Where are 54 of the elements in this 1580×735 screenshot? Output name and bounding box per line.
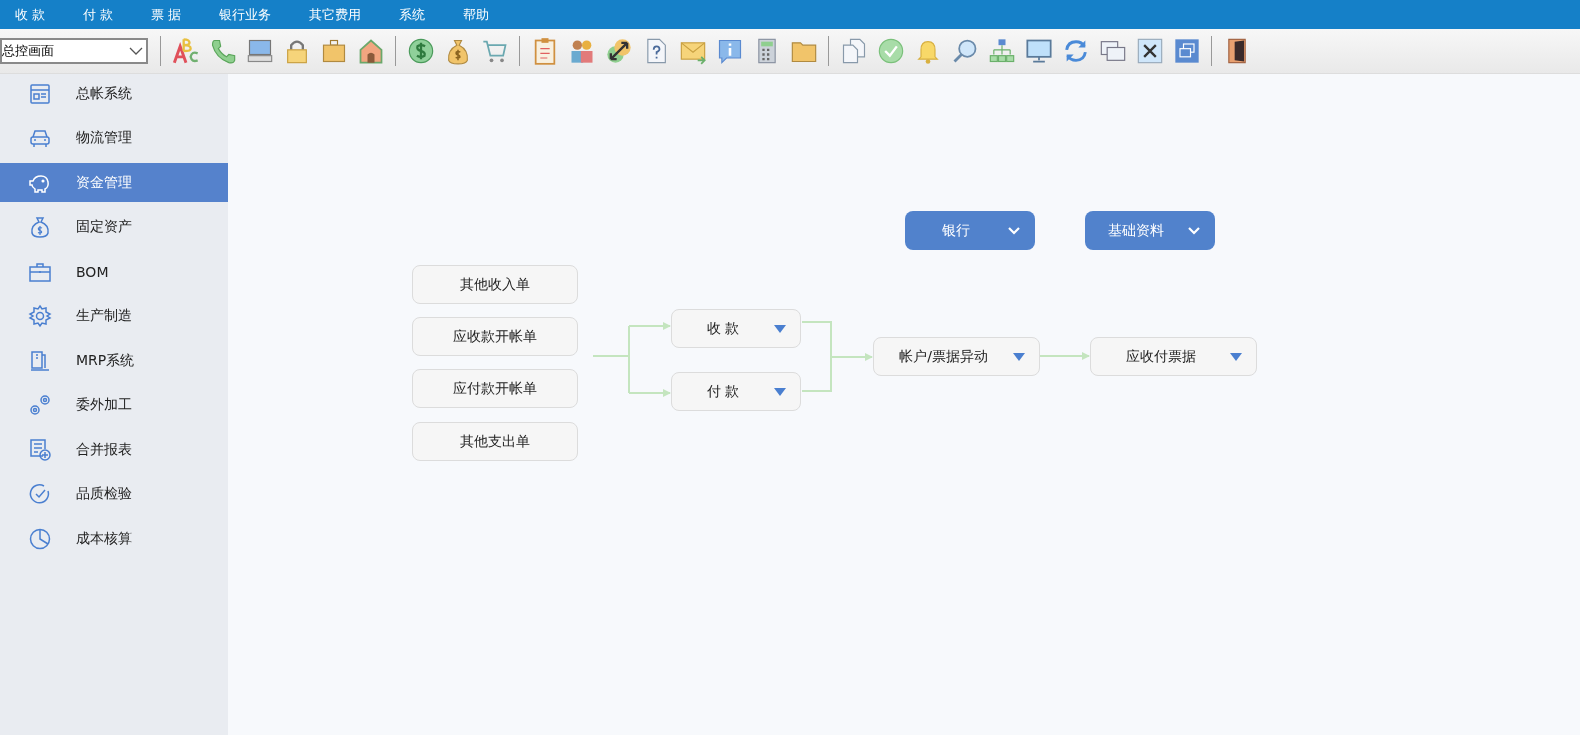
org-chart-icon [987, 37, 1016, 65]
caret-icon [774, 323, 786, 334]
menu-item[interactable]: 票 据 [142, 1, 191, 28]
sidebar-item[interactable]: 物流管理 [0, 118, 228, 158]
monitor-icon [1024, 37, 1053, 65]
flow-dropdown[interactable]: 应收付票据 [1090, 337, 1257, 376]
flow-node[interactable]: 其他收入单 [412, 265, 578, 304]
sidebar-item[interactable]: 委外加工 [0, 385, 228, 425]
menu-item[interactable]: 付 款 [74, 1, 123, 28]
restore-window-icon [1172, 37, 1201, 65]
check-circle-icon [876, 37, 905, 65]
check-circle-icon [28, 482, 52, 506]
menu-item[interactable]: 收 款 [6, 1, 55, 28]
menu-item[interactable]: 其它费用 [300, 1, 371, 28]
laptop-icon [245, 37, 274, 65]
chevron-down-icon [1187, 225, 1201, 236]
flow-node[interactable]: 其他支出单 [412, 422, 578, 461]
menu-item[interactable]: 银行业务 [210, 1, 281, 28]
sidebar-item[interactable]: 合并报表 [0, 430, 228, 469]
flow-dropdown[interactable]: 收 款 [671, 309, 801, 348]
double-arrow-icon [604, 37, 633, 65]
chevron-down-icon [1007, 225, 1021, 236]
sidebar-item[interactable]: 生产制造 [0, 296, 228, 336]
gears-icon [28, 393, 52, 417]
sidebar-item[interactable]: 成本核算 [0, 519, 228, 558]
flow-dropdown[interactable]: 付 款 [671, 372, 801, 411]
sidebar-item[interactable]: 品质检验 [0, 474, 228, 514]
caret-icon [1013, 351, 1025, 362]
money-bag-icon [28, 215, 52, 239]
sidebar-item[interactable]: MRP系统 [0, 341, 228, 380]
dropdown-button[interactable]: 银行 [905, 211, 1035, 250]
flow-node[interactable]: 应付款开帐单 [412, 369, 578, 408]
sidebar-item[interactable]: 资金管理 [0, 163, 228, 202]
caret-icon [774, 386, 786, 397]
book-icon [28, 348, 52, 373]
report-add-icon [28, 437, 52, 462]
flow-dropdown[interactable]: 帐户/票据异动 [873, 337, 1040, 376]
dropdown-button[interactable]: 基础资料 [1085, 211, 1215, 250]
gear-icon [28, 304, 52, 328]
close-icon [1135, 37, 1164, 65]
dollar-coin-icon [406, 37, 435, 65]
menu-item[interactable]: 系统 [390, 1, 435, 28]
flow-node[interactable]: 应收款开帐单 [412, 317, 578, 356]
connector-arrow [1039, 352, 1090, 360]
view-dropdown[interactable]: 总控画面 [0, 38, 148, 64]
spell-check-icon [171, 37, 200, 65]
pie-chart-icon [28, 526, 52, 551]
menu-item[interactable]: 帮助 [454, 1, 499, 28]
connector-arrow [801, 321, 873, 392]
sidebar-item[interactable]: BOM [0, 252, 228, 291]
form-icon [28, 81, 52, 106]
sidebar-item[interactable]: 总帐系统 [0, 74, 228, 113]
caret-icon [1230, 351, 1242, 362]
sidebar-item[interactable]: 固定资产 [0, 207, 228, 247]
